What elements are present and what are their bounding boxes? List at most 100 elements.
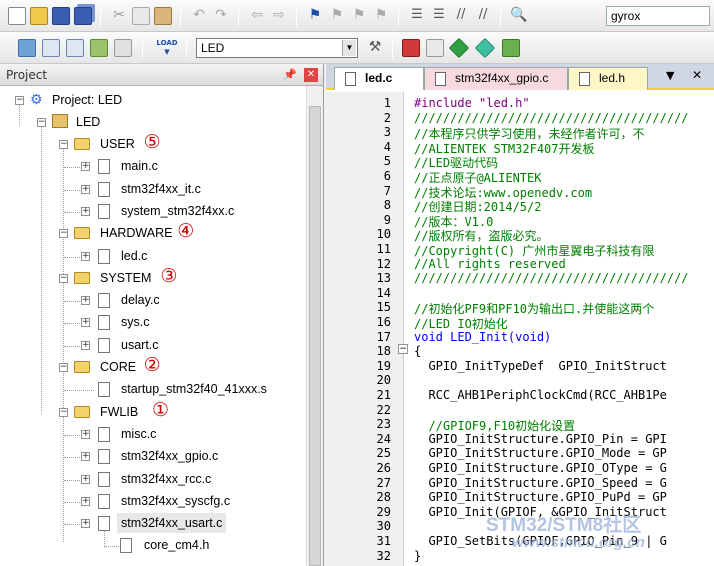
- file-expand-toggle[interactable]: +: [81, 206, 90, 216]
- file-icon: [120, 538, 132, 554]
- code-line[interactable]: GPIO_InitStructure.GPIO_Speed = G: [414, 476, 714, 490]
- redo-icon[interactable]: ↷: [212, 7, 230, 25]
- target-select[interactable]: LED ▼: [196, 38, 358, 58]
- fold-toggle[interactable]: −: [398, 344, 408, 354]
- project-root-label[interactable]: Project: LED: [52, 90, 122, 110]
- tab-stm32f4xx-gpio-c[interactable]: stm32f4xx_gpio.c: [424, 67, 568, 90]
- file-item[interactable]: sys.c: [121, 312, 149, 332]
- file-expand-toggle[interactable]: +: [81, 251, 90, 261]
- bookmark-icon[interactable]: ⚑: [306, 7, 324, 25]
- stop-build-icon[interactable]: [114, 39, 132, 57]
- file-item[interactable]: led.c: [121, 246, 147, 266]
- tab-list-icon[interactable]: ▼: [666, 69, 674, 82]
- prev-bookmark-icon[interactable]: ⚑: [328, 7, 346, 25]
- tab-led-c[interactable]: led.c: [334, 67, 424, 90]
- code-line[interactable]: GPIO_InitTypeDef GPIO_InitStruct: [414, 359, 714, 373]
- clear-bookmarks-icon[interactable]: ⚑: [372, 7, 390, 25]
- file-expand-toggle[interactable]: +: [81, 340, 90, 350]
- undo-icon[interactable]: ↶: [190, 7, 208, 25]
- config-icon[interactable]: [502, 39, 520, 57]
- file-expand-toggle[interactable]: +: [81, 474, 90, 484]
- group-toggle[interactable]: −: [59, 407, 68, 417]
- file-item[interactable]: misc.c: [121, 424, 156, 444]
- open-folder-icon[interactable]: [30, 7, 48, 25]
- file-item[interactable]: system_stm32f4xx.c: [121, 201, 234, 221]
- find-input[interactable]: gyrox: [606, 6, 710, 26]
- file-expand-toggle[interactable]: +: [81, 296, 90, 306]
- nav-forward-icon[interactable]: ⇨: [270, 7, 288, 25]
- file-expand-toggle[interactable]: +: [81, 519, 90, 529]
- new-file-icon[interactable]: [8, 7, 26, 25]
- collapse-root-toggle[interactable]: −: [15, 96, 24, 105]
- collapse-target-toggle[interactable]: −: [37, 118, 46, 127]
- group-toggle[interactable]: −: [59, 273, 68, 283]
- code-line[interactable]: #include "led.h": [414, 96, 714, 110]
- find-in-files-icon[interactable]: 🔍: [510, 7, 528, 25]
- file-item[interactable]: stm32f4xx_syscfg.c: [121, 491, 230, 511]
- group-toggle[interactable]: −: [59, 140, 68, 149]
- code-line[interactable]: {: [414, 344, 714, 358]
- file-expand-toggle[interactable]: +: [81, 452, 90, 462]
- manage-components-icon[interactable]: [402, 39, 420, 57]
- file-expand-toggle[interactable]: +: [81, 184, 90, 194]
- uncomment-icon[interactable]: //: [474, 7, 492, 25]
- code-line[interactable]: RCC_AHB1PeriphClockCmd(RCC_AHB1Pe: [414, 388, 714, 402]
- code-line[interactable]: //All rights reserved: [414, 257, 714, 271]
- code-line[interactable]: GPIO_InitStructure.GPIO_Pin = GPI: [414, 432, 714, 446]
- file-expand-toggle[interactable]: +: [81, 318, 90, 328]
- code-line[interactable]: //////////////////////////////////////: [414, 111, 714, 125]
- code-line[interactable]: GPIO_InitStructure.GPIO_Mode = GP: [414, 446, 714, 460]
- file-item[interactable]: startup_stm32f40_41xxx.s: [121, 379, 267, 399]
- file-item[interactable]: delay.c: [121, 290, 160, 310]
- runtime-env-icon[interactable]: [474, 37, 496, 59]
- file-item[interactable]: stm32f4xx_rcc.c: [121, 469, 211, 489]
- save-all-icon[interactable]: [74, 7, 92, 25]
- batch-build-icon[interactable]: [90, 39, 108, 57]
- file-item[interactable]: main.c: [121, 156, 158, 176]
- cut-icon[interactable]: ✂: [110, 7, 128, 25]
- group-toggle[interactable]: −: [59, 229, 68, 239]
- group-label[interactable]: CORE: [100, 357, 136, 377]
- code-line[interactable]: void LED_Init(void): [414, 330, 714, 344]
- group-toggle[interactable]: −: [59, 363, 68, 372]
- chevron-down-icon[interactable]: ▼: [342, 40, 356, 56]
- copy-icon[interactable]: [132, 7, 150, 25]
- file-item[interactable]: usart.c: [121, 335, 159, 355]
- select-packs-icon[interactable]: [426, 39, 444, 57]
- file-expand-toggle[interactable]: +: [81, 162, 90, 172]
- file-item[interactable]: core_cm4.h: [144, 535, 209, 555]
- nav-back-icon[interactable]: ⇦: [248, 7, 266, 25]
- tree-scroll-thumb[interactable]: [309, 106, 321, 566]
- build-icon[interactable]: [42, 39, 60, 57]
- group-label[interactable]: USER: [100, 134, 135, 154]
- file-expand-toggle[interactable]: +: [81, 496, 90, 506]
- download-icon[interactable]: LOAD ▼: [154, 39, 180, 57]
- indent-icon[interactable]: ☰: [408, 7, 426, 25]
- group-label[interactable]: SYSTEM: [100, 268, 151, 288]
- rebuild-icon[interactable]: [66, 39, 84, 57]
- target-options-icon[interactable]: ⚒: [366, 39, 384, 57]
- close-icon[interactable]: ✕: [304, 68, 318, 82]
- code-line[interactable]: GPIO_InitStructure.GPIO_OType = G: [414, 461, 714, 475]
- close-tab-icon[interactable]: ✕: [692, 68, 702, 82]
- file-expand-toggle[interactable]: +: [81, 429, 90, 439]
- tab-led-h[interactable]: led.h: [568, 67, 648, 90]
- group-label[interactable]: FWLIB: [100, 402, 138, 422]
- file-icon: [435, 72, 446, 86]
- file-item[interactable]: stm32f4xx_usart.c: [117, 513, 227, 534]
- file-item[interactable]: stm32f4xx_gpio.c: [121, 446, 218, 466]
- translate-icon[interactable]: [18, 39, 36, 57]
- file-item[interactable]: stm32f4xx_it.c: [121, 179, 201, 199]
- next-bookmark-icon[interactable]: ⚑: [350, 7, 368, 25]
- target-label[interactable]: LED: [76, 112, 100, 132]
- group-label[interactable]: HARDWARE: [100, 223, 172, 243]
- tree-scrollbar[interactable]: [306, 86, 323, 566]
- paste-icon[interactable]: [154, 7, 172, 25]
- unindent-icon[interactable]: ☰: [430, 7, 448, 25]
- code-line[interactable]: //////////////////////////////////////: [414, 271, 714, 285]
- comment-icon[interactable]: //: [452, 7, 470, 25]
- save-icon[interactable]: [52, 7, 70, 25]
- pin-icon[interactable]: 📌: [283, 68, 297, 81]
- code-line[interactable]: GPIO_InitStructure.GPIO_PuPd = GP: [414, 490, 714, 504]
- pack-installer-icon[interactable]: [448, 37, 470, 59]
